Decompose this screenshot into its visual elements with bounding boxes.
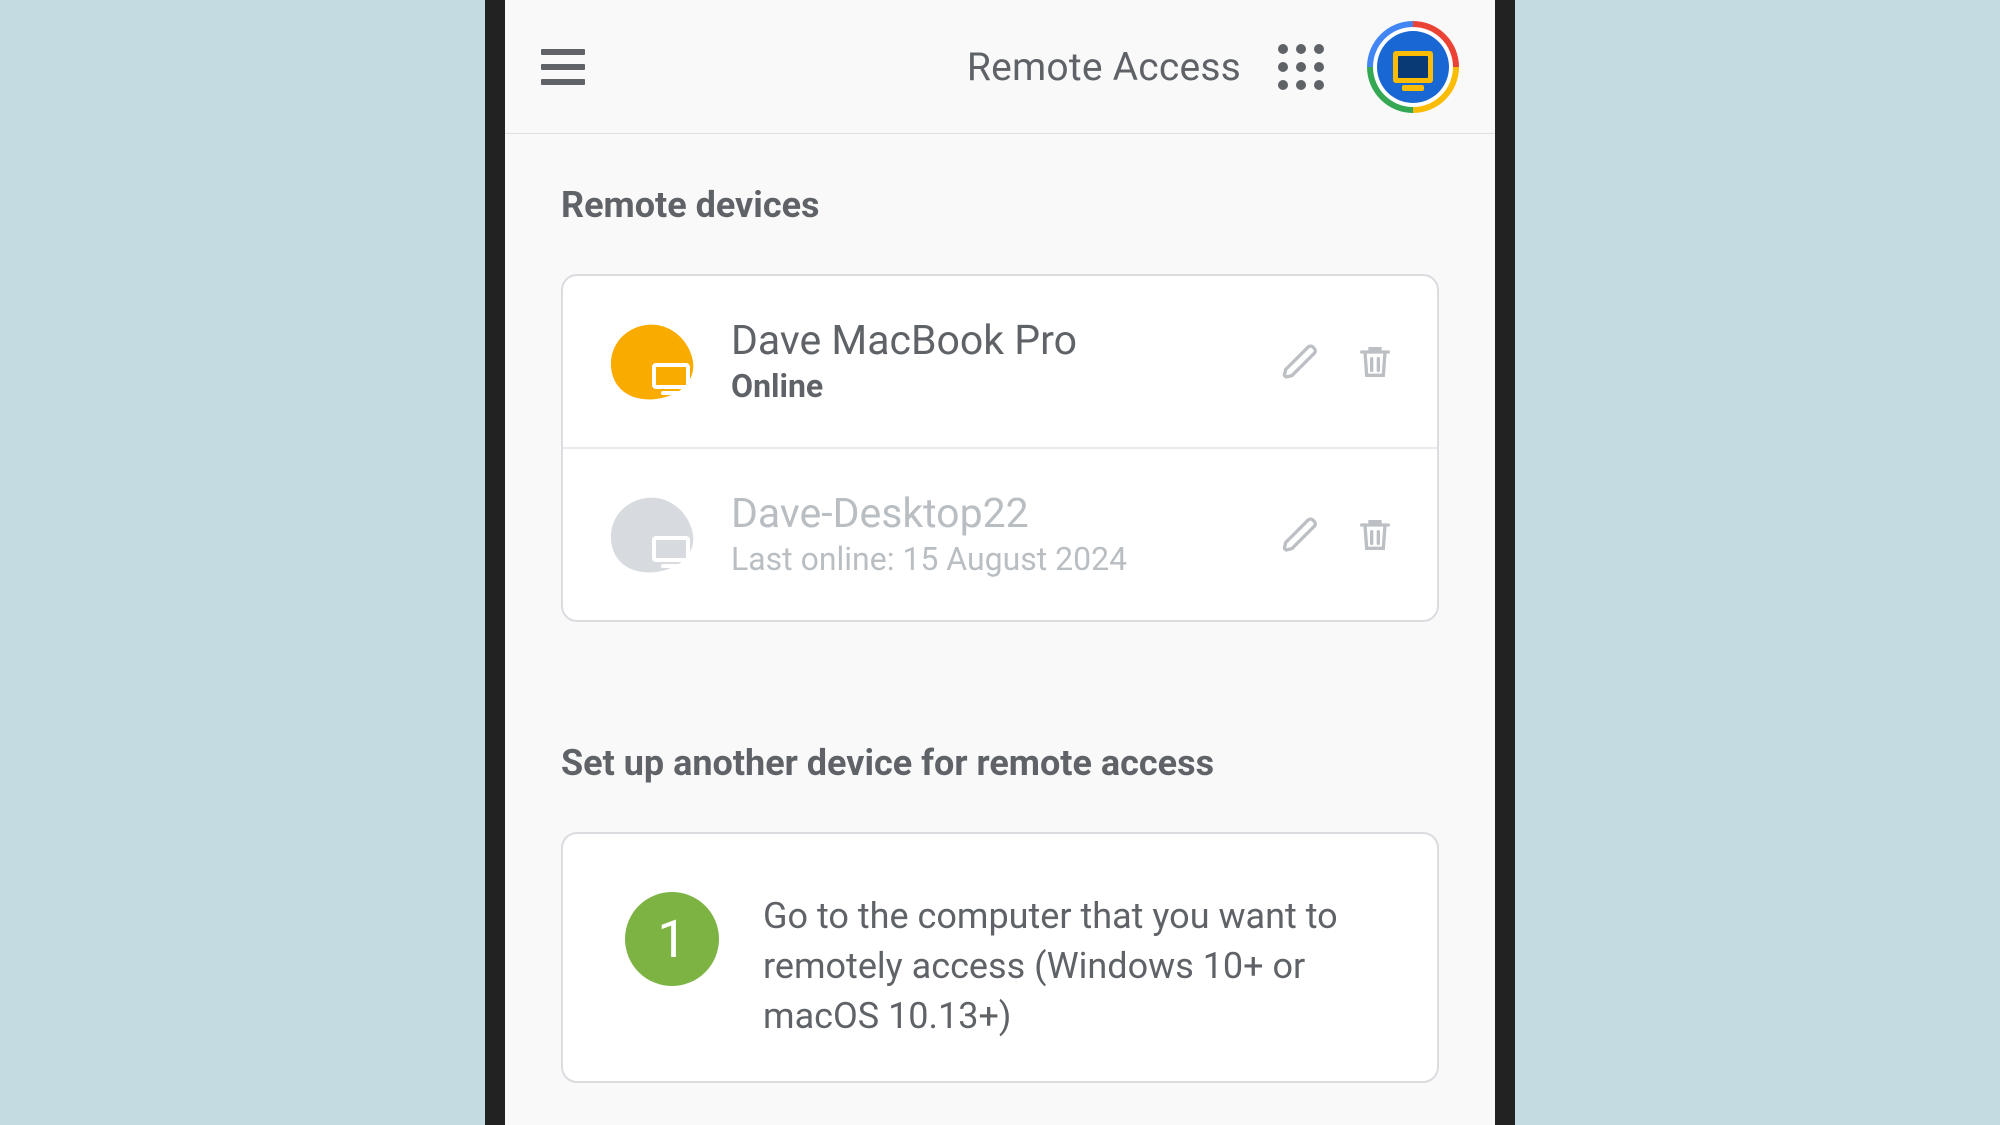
delete-device-button[interactable]: [1353, 513, 1397, 557]
app-header: Remote Access: [505, 0, 1495, 134]
menu-button[interactable]: [541, 43, 589, 91]
device-row[interactable]: Dave-Desktop22 Last online: 15 August 20…: [563, 447, 1437, 620]
page-title: Remote Access: [613, 44, 1245, 90]
device-name: Dave-Desktop22: [731, 491, 1243, 538]
remote-devices-heading: Remote devices: [561, 184, 1439, 226]
device-row[interactable]: Dave MacBook Pro Online: [563, 276, 1437, 447]
device-status-icon: [607, 495, 695, 575]
device-status: Online: [731, 367, 1243, 405]
edit-device-button[interactable]: [1279, 513, 1323, 557]
delete-device-button[interactable]: [1353, 340, 1397, 384]
setup-step: 1 Go to the computer that you want to re…: [563, 834, 1437, 1081]
edit-device-button[interactable]: [1279, 340, 1323, 384]
device-actions: [1279, 513, 1397, 557]
device-actions: [1279, 340, 1397, 384]
device-status-icon: [607, 322, 695, 402]
account-avatar-button[interactable]: [1367, 21, 1459, 113]
device-info: Dave MacBook Pro Online: [731, 318, 1243, 405]
device-frame: Remote Access Remote devices: [485, 0, 1515, 1125]
main-content: Remote devices Dave MacBook Pro Online: [505, 134, 1495, 1083]
step-number-badge: 1: [625, 892, 719, 986]
device-name: Dave MacBook Pro: [731, 318, 1243, 365]
devices-card: Dave MacBook Pro Online: [561, 274, 1439, 622]
apps-launcher-button[interactable]: [1277, 43, 1325, 91]
device-info: Dave-Desktop22 Last online: 15 August 20…: [731, 491, 1243, 578]
device-status: Last online: 15 August 2024: [731, 540, 1243, 578]
app-root: Remote Access Remote devices: [505, 0, 1495, 1125]
step-instruction: Go to the computer that you want to remo…: [763, 892, 1389, 1041]
setup-card: 1 Go to the computer that you want to re…: [561, 832, 1439, 1083]
setup-section: Set up another device for remote access …: [561, 742, 1439, 1083]
setup-heading: Set up another device for remote access: [561, 742, 1439, 784]
